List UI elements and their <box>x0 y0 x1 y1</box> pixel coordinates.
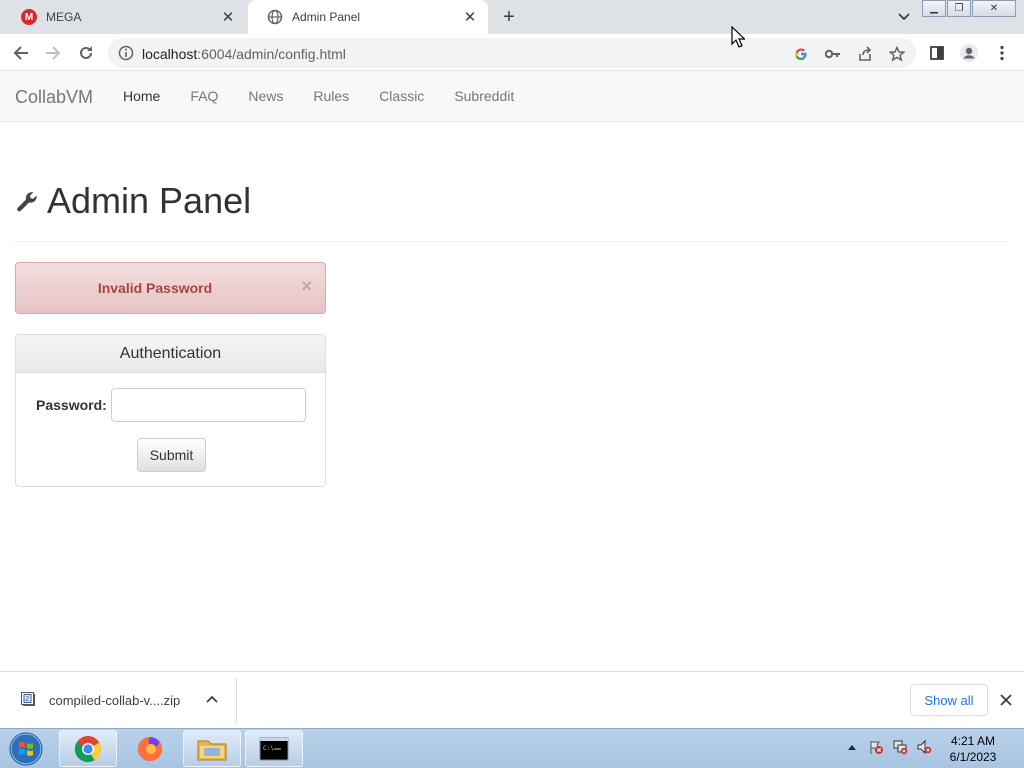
bookmark-star-icon[interactable] <box>888 45 906 63</box>
nav-link-faq[interactable]: FAQ <box>175 71 233 122</box>
taskbar-explorer-icon[interactable] <box>183 730 241 767</box>
password-input[interactable] <box>111 388 306 422</box>
chevron-up-icon[interactable] <box>204 692 220 708</box>
address-bar[interactable]: localhost:6004/admin/config.html <box>108 38 916 68</box>
zip-file-icon: Z <box>20 691 36 707</box>
windows-taskbar: C:\ 4:21 AM 6/1/2023 <box>0 728 1024 768</box>
nav-link-home[interactable]: Home <box>108 71 175 122</box>
restore-button[interactable]: ❐ <box>947 0 971 17</box>
globe-icon <box>267 9 283 25</box>
url-host: localhost <box>142 46 198 62</box>
key-icon[interactable] <box>824 45 842 63</box>
browser-toolbar: localhost:6004/admin/config.html <box>0 34 1024 71</box>
tab-admin-panel[interactable]: Admin Panel ✕ <box>248 0 488 34</box>
taskbar-cmd-icon[interactable]: C:\ <box>245 730 303 767</box>
volume-muted-icon[interactable] <box>915 739 933 755</box>
tab-mega[interactable]: M MEGA ✕ <box>2 0 246 34</box>
minimize-button[interactable]: ▁ <box>922 0 946 17</box>
show-hidden-icons-icon[interactable] <box>843 739 861 755</box>
google-icon[interactable] <box>792 45 810 63</box>
authentication-panel: Authentication Password: Submit <box>15 334 326 487</box>
nav-link-subreddit[interactable]: Subreddit <box>439 71 529 122</box>
mega-logo-icon: M <box>21 9 37 25</box>
password-label: Password: <box>36 397 107 413</box>
download-file-name[interactable]: compiled-collab-v....zip <box>49 693 180 708</box>
close-icon[interactable] <box>997 691 1015 709</box>
back-arrow-icon[interactable] <box>9 41 33 65</box>
alert-close-icon[interactable]: × <box>301 277 312 295</box>
show-all-button[interactable]: Show all <box>910 684 988 716</box>
alert-message: Invalid Password <box>97 280 213 296</box>
submit-button[interactable]: Submit <box>137 438 206 472</box>
tab-title: Admin Panel <box>292 10 361 24</box>
svg-text:Z: Z <box>25 696 29 703</box>
share-icon[interactable] <box>856 45 874 63</box>
nav-link-rules[interactable]: Rules <box>298 71 364 122</box>
reload-icon[interactable] <box>74 41 98 65</box>
clock-date: 6/1/2023 <box>949 750 997 764</box>
url-path: :6004/admin/config.html <box>197 46 346 62</box>
tab-title: MEGA <box>46 10 82 24</box>
kebab-menu-icon[interactable] <box>990 41 1014 65</box>
site-navbar: CollabVM Home FAQ News Rules Classic Sub… <box>0 71 1024 122</box>
taskbar-firefox-icon[interactable] <box>121 730 179 767</box>
page-header: Admin Panel <box>15 178 1008 242</box>
clock-time: 4:21 AM <box>950 734 996 748</box>
panel-heading: Authentication <box>16 335 325 373</box>
nav-link-classic[interactable]: Classic <box>364 71 439 122</box>
system-tray <box>843 739 939 755</box>
divider <box>236 678 237 723</box>
tab-search-chevron-icon[interactable] <box>894 8 914 26</box>
site-brand[interactable]: CollabVM <box>15 87 93 108</box>
start-button[interactable] <box>6 731 46 767</box>
action-center-flag-icon[interactable] <box>867 739 885 755</box>
download-bar: Z compiled-collab-v....zip Show all <box>0 671 1024 728</box>
new-tab-button[interactable]: + <box>497 6 521 28</box>
window-controls: ▁ ❐ ✕ <box>921 0 1016 17</box>
close-tab-icon[interactable]: ✕ <box>460 7 480 27</box>
mouse-cursor-icon <box>731 25 746 48</box>
side-panel-icon[interactable] <box>925 41 949 65</box>
system-clock[interactable]: 4:21 AM 6/1/2023 <box>942 733 1004 765</box>
wrench-icon <box>15 190 39 214</box>
taskbar-chrome-icon[interactable] <box>59 730 117 767</box>
page-title: Admin Panel <box>47 180 252 221</box>
window-close-button[interactable]: ✕ <box>972 0 1016 17</box>
network-icon[interactable] <box>891 739 909 755</box>
tab-strip: M MEGA ✕ Admin Panel ✕ + ▁ ❐ ✕ <box>0 0 1024 34</box>
profile-avatar-icon[interactable] <box>957 41 981 65</box>
nav-links: Home FAQ News Rules Classic Subreddit <box>108 71 529 122</box>
nav-link-news[interactable]: News <box>233 71 298 122</box>
forward-arrow-icon[interactable] <box>41 41 65 65</box>
close-tab-icon[interactable]: ✕ <box>218 7 238 27</box>
svg-text:C:\: C:\ <box>263 745 274 752</box>
error-alert: Invalid Password × <box>15 262 326 314</box>
site-info-icon[interactable] <box>118 45 134 61</box>
url-text: localhost:6004/admin/config.html <box>142 46 346 62</box>
